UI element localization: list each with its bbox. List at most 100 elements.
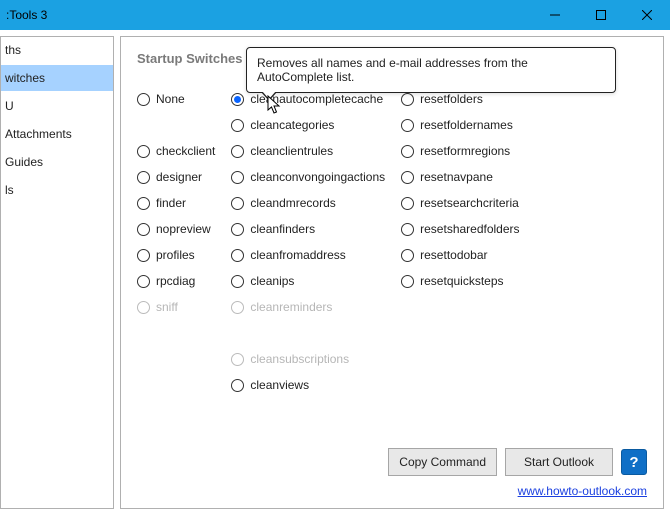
sidebar-item-0[interactable]: ths — [1, 37, 113, 63]
radio-indicator — [137, 93, 150, 106]
radio-label: sniff — [156, 300, 178, 314]
radio-option-resetsearchcriteria[interactable]: resetsearchcriteria — [401, 190, 519, 216]
radio-option-resetformregions[interactable]: resetformregions — [401, 138, 519, 164]
radio-indicator — [401, 119, 414, 132]
radio-label: cleanips — [250, 274, 294, 288]
radio-label: cleanfromaddress — [250, 248, 345, 262]
radio-option-cleanclientrules[interactable]: cleanclientrules — [231, 138, 385, 164]
radio-indicator — [401, 145, 414, 158]
radio-option-cleancategories[interactable]: cleancategories — [231, 112, 385, 138]
radio-indicator — [401, 249, 414, 262]
radio-indicator — [231, 301, 244, 314]
button-row: Copy Command Start Outlook ? — [137, 448, 647, 476]
radio-label: finder — [156, 196, 186, 210]
sidebar-item-1[interactable]: witches — [1, 65, 113, 91]
radio-indicator — [231, 171, 244, 184]
radio-option-designer[interactable]: designer — [137, 164, 215, 190]
radio-indicator — [137, 301, 150, 314]
radio-option-cleansubscriptions: cleansubscriptions — [231, 346, 385, 372]
start-outlook-label: Start Outlook — [524, 455, 594, 469]
radio-option-resettodobar[interactable]: resettodobar — [401, 242, 519, 268]
radio-indicator — [401, 93, 414, 106]
radio-indicator — [137, 249, 150, 262]
titlebar: :Tools 3 — [0, 0, 670, 30]
main-panel: Startup Switches None checkclientdesigne… — [120, 36, 664, 509]
radio-option-cleandmrecords[interactable]: cleandmrecords — [231, 190, 385, 216]
sidebar-item-3[interactable]: Attachments — [1, 121, 113, 147]
radio-indicator — [137, 223, 150, 236]
maximize-button[interactable] — [578, 0, 624, 30]
radio-label: profiles — [156, 248, 195, 262]
radio-indicator — [231, 145, 244, 158]
radio-label: cleanreminders — [250, 300, 332, 314]
window-title: :Tools 3 — [0, 8, 47, 22]
radio-label: None — [156, 92, 185, 106]
radio-option-profiles[interactable]: profiles — [137, 242, 215, 268]
radio-option-cleanips[interactable]: cleanips — [231, 268, 385, 294]
radio-label: resetquicksteps — [420, 274, 503, 288]
radio-indicator — [231, 197, 244, 210]
radio-column-2: resetfolders resetfoldernames resetformreg… — [401, 86, 519, 294]
radio-option-checkclient[interactable]: checkclient — [137, 138, 215, 164]
radio-indicator — [231, 275, 244, 288]
window-controls — [532, 0, 670, 30]
radio-indicator — [401, 171, 414, 184]
tooltip: Removes all names and e-mail addresses f… — [246, 47, 616, 93]
radio-label: resetfolders — [420, 92, 483, 106]
close-button[interactable] — [624, 0, 670, 30]
radio-options: None checkclient designer finder nopreview p… — [137, 86, 647, 398]
radio-label: resetfoldernames — [420, 118, 513, 132]
minimize-button[interactable] — [532, 0, 578, 30]
radio-option-cleanviews[interactable]: cleanviews — [231, 372, 385, 398]
radio-column-1: cleanautocompletecachecleancategoriescle… — [231, 86, 385, 398]
radio-option-nopreview[interactable]: nopreview — [137, 216, 215, 242]
copy-command-label: Copy Command — [399, 455, 486, 469]
help-icon: ? — [629, 454, 638, 471]
radio-option-resetfoldernames[interactable]: resetfoldernames — [401, 112, 519, 138]
radio-option-cleanfinders[interactable]: cleanfinders — [231, 216, 385, 242]
radio-indicator — [231, 249, 244, 262]
radio-label: resetnavpane — [420, 170, 493, 184]
radio-label: cleandmrecords — [250, 196, 335, 210]
footer-link[interactable]: www.howto-outlook.com — [518, 484, 647, 498]
radio-label: cleanfinders — [250, 222, 315, 236]
radio-label: resetformregions — [420, 144, 510, 158]
start-outlook-button[interactable]: Start Outlook — [505, 448, 613, 476]
radio-option-cleanreminders: cleanreminders — [231, 294, 385, 320]
radio-label: designer — [156, 170, 202, 184]
sidebar-item-5[interactable]: ls — [1, 177, 113, 203]
radio-indicator — [231, 353, 244, 366]
radio-option-None[interactable]: None — [137, 86, 215, 112]
radio-option-resetnavpane[interactable]: resetnavpane — [401, 164, 519, 190]
spacer-row — [137, 112, 215, 138]
radio-label: cleanviews — [250, 378, 309, 392]
radio-option-finder[interactable]: finder — [137, 190, 215, 216]
radio-label: rpcdiag — [156, 274, 195, 288]
sidebar-item-2[interactable]: U — [1, 93, 113, 119]
radio-option-cleanconvongoingactions[interactable]: cleanconvongoingactions — [231, 164, 385, 190]
radio-label: checkclient — [156, 144, 215, 158]
radio-label: cleansubscriptions — [250, 352, 349, 366]
radio-indicator — [401, 275, 414, 288]
radio-option-cleanfromaddress[interactable]: cleanfromaddress — [231, 242, 385, 268]
radio-option-resetquicksteps[interactable]: resetquicksteps — [401, 268, 519, 294]
radio-label: resettodobar — [420, 248, 487, 262]
radio-indicator — [137, 275, 150, 288]
help-button[interactable]: ? — [621, 449, 647, 475]
sidebar: thswitchesUAttachmentsGuidesls — [0, 36, 114, 509]
radio-option-rpcdiag[interactable]: rpcdiag — [137, 268, 215, 294]
radio-indicator — [231, 379, 244, 392]
radio-indicator — [231, 119, 244, 132]
radio-indicator — [137, 145, 150, 158]
spacer-row — [231, 320, 385, 346]
radio-label: resetsharedfolders — [420, 222, 519, 236]
radio-option-resetsharedfolders[interactable]: resetsharedfolders — [401, 216, 519, 242]
radio-indicator — [401, 197, 414, 210]
radio-column-0: None checkclient designer finder nopreview p… — [137, 86, 215, 320]
radio-label: cleancategories — [250, 118, 334, 132]
copy-command-button[interactable]: Copy Command — [388, 448, 497, 476]
radio-label: cleanclientrules — [250, 144, 333, 158]
radio-indicator — [137, 171, 150, 184]
sidebar-item-4[interactable]: Guides — [1, 149, 113, 175]
radio-indicator — [137, 197, 150, 210]
